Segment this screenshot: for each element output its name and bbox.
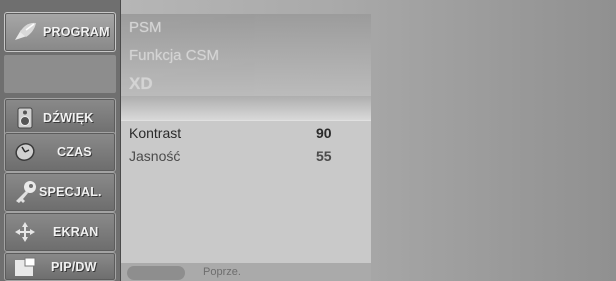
sidebar-item-label: SPECJAL.	[39, 185, 102, 199]
sidebar-item-label: CZAS	[57, 145, 92, 159]
menu-item-xd[interactable]: XD	[129, 74, 153, 94]
program-submenu: PSM Funkcja CSM XD	[121, 14, 371, 96]
setting-row-jasnosc[interactable]: Jasność 55	[121, 144, 371, 168]
panel-divider	[121, 96, 371, 120]
sidebar-spacer	[4, 55, 116, 93]
setting-row-kontrast[interactable]: Kontrast 90	[121, 121, 371, 145]
main-menu-sidebar: PROGRAM DŹWIĘK CZAS SPECJAL. EKRAN PIP/D…	[0, 0, 121, 281]
setting-label: Jasność	[129, 148, 181, 164]
speaker-icon	[11, 104, 39, 132]
help-text: Poprze.	[203, 266, 241, 278]
menu-key-icon	[127, 266, 185, 280]
sidebar-item-specjal[interactable]: SPECJAL.	[4, 172, 116, 212]
satellite-dish-icon	[11, 18, 39, 46]
menu-item-psm[interactable]: PSM	[129, 19, 162, 36]
setting-value: 90	[316, 125, 332, 141]
clock-icon	[11, 138, 39, 166]
sidebar-item-ekran[interactable]: EKRAN	[4, 212, 116, 252]
sidebar-item-label: PROGRAM	[43, 25, 110, 39]
sidebar-item-label: EKRAN	[53, 225, 99, 239]
move-arrows-icon	[11, 218, 39, 246]
sidebar-item-czas[interactable]: CZAS	[4, 132, 116, 172]
pip-window-icon	[11, 253, 39, 281]
help-bar: Poprze.	[121, 263, 371, 281]
setting-label: Kontrast	[129, 125, 182, 141]
setting-value: 55	[316, 148, 332, 164]
sidebar-item-label: DŹWIĘK	[43, 111, 94, 125]
picture-settings-panel: Kontrast 90 Jasność 55	[121, 120, 371, 264]
key-icon	[11, 178, 39, 206]
sidebar-item-pip-dw[interactable]: PIP/DW	[4, 252, 116, 281]
sidebar-item-program[interactable]: PROGRAM	[4, 12, 116, 52]
menu-item-funkcja-csm[interactable]: Funkcja CSM	[129, 47, 219, 64]
sidebar-item-label: PIP/DW	[51, 259, 97, 274]
